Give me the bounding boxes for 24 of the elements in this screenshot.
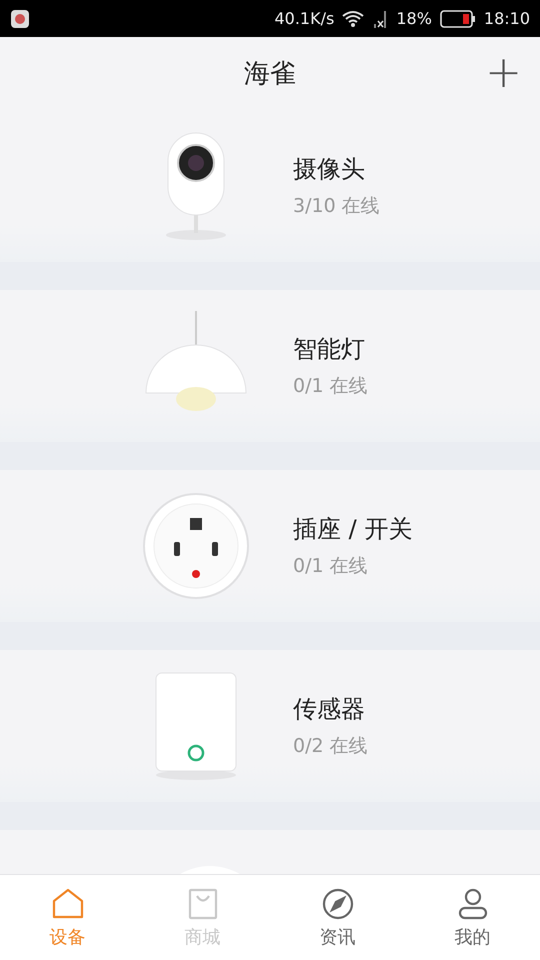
page-title: 海雀 xyxy=(244,58,296,91)
add-button[interactable]: + xyxy=(485,53,522,93)
battery-percent: 18% xyxy=(396,9,432,28)
tab[interactable]: 我的 xyxy=(405,875,540,960)
online-count: 3/10 在线 xyxy=(293,194,380,219)
device-name: 智能灯 xyxy=(293,334,366,365)
wifi-icon xyxy=(342,10,364,28)
sensor-icon xyxy=(154,671,238,781)
home-icon xyxy=(50,886,84,920)
tab[interactable]: 资讯 xyxy=(270,875,405,960)
online-count: 0/1 在线 xyxy=(293,374,368,399)
device-name: 插座 / 开关 xyxy=(293,514,412,545)
battery-icon xyxy=(440,10,476,28)
online-count: 0/1 在线 xyxy=(293,554,369,579)
device-name: 摄像头 xyxy=(293,154,366,185)
camera-icon xyxy=(164,131,228,241)
compass-icon xyxy=(320,886,354,920)
socket-icon xyxy=(142,492,250,600)
clock: 18:10 xyxy=(484,9,530,28)
network-speed: 40.1K/s xyxy=(274,9,334,28)
device-name: 传感器 xyxy=(293,694,366,725)
online-count: 0/2 在线 xyxy=(293,734,368,759)
signal-icon xyxy=(372,8,388,28)
app-icon xyxy=(10,8,30,28)
